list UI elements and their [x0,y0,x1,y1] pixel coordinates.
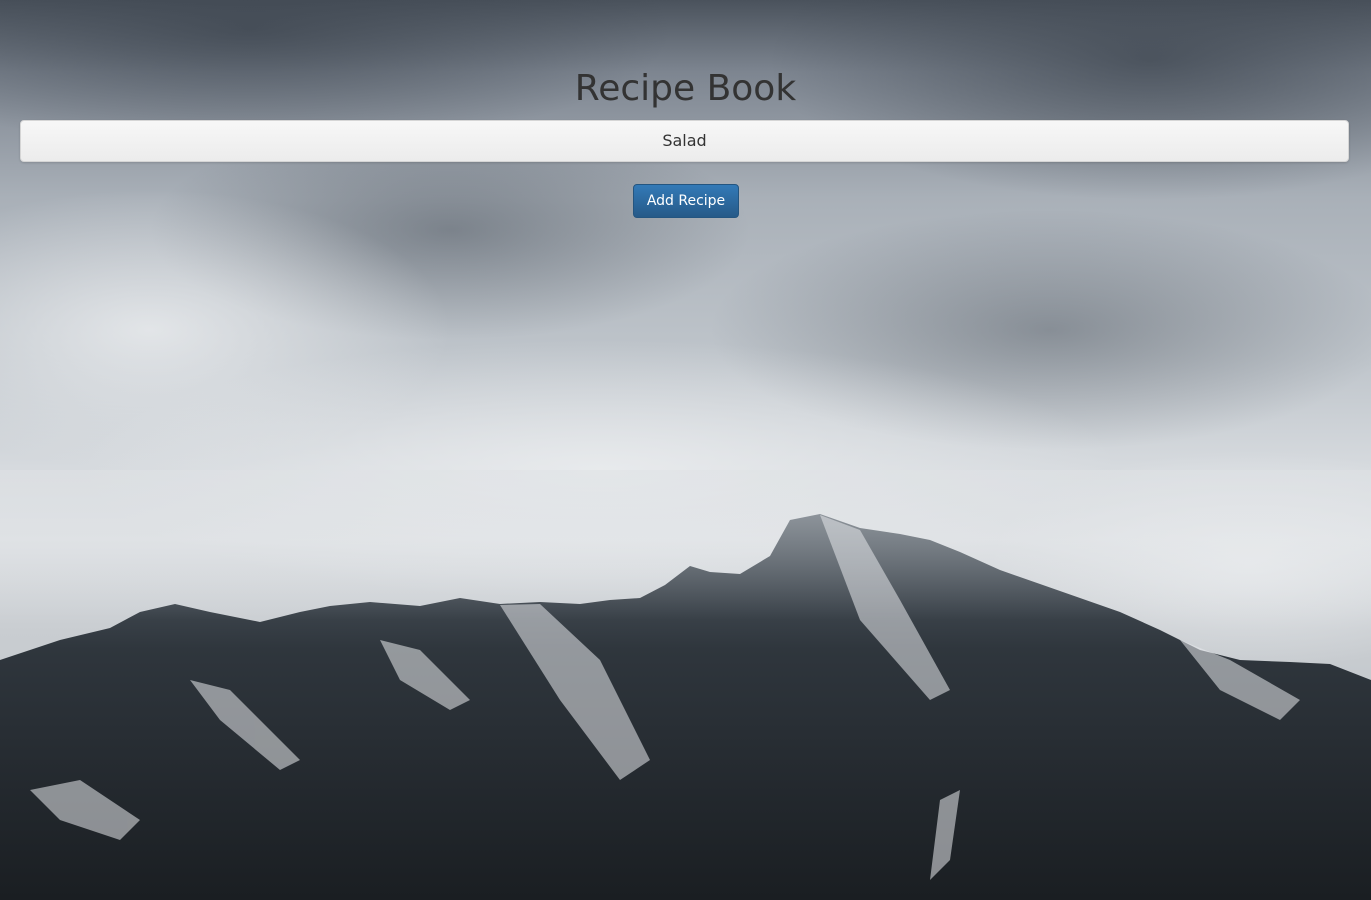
recipe-list-item[interactable]: Salad [20,120,1349,162]
app-page: Recipe Book Salad Add Recipe [0,0,1371,900]
add-recipe-button[interactable]: Add Recipe [633,184,739,218]
main-content: Recipe Book Salad Add Recipe [0,0,1371,900]
page-title: Recipe Book [574,68,797,109]
